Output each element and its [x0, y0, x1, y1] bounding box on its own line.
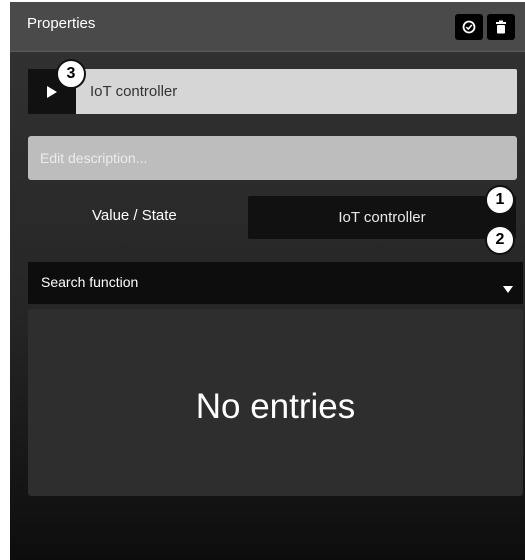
delete-button[interactable]: [487, 14, 515, 40]
panel-title: Properties: [27, 15, 96, 32]
panel-header: Properties: [10, 2, 525, 52]
function-list: No entries: [28, 309, 523, 496]
header-buttons: [455, 14, 516, 40]
value-state-label: Value / State: [92, 207, 177, 224]
chevron-down-icon: [503, 280, 513, 298]
callout-badge-2: 2: [485, 225, 515, 255]
properties-panel: Properties IoT controller Edit descripti…: [10, 2, 525, 560]
description-input[interactable]: [28, 136, 517, 180]
empty-list-message: No entries: [195, 387, 356, 426]
toggle-button[interactable]: [455, 14, 483, 40]
search-function-dropdown[interactable]: Search function: [28, 262, 523, 304]
toggle-circle-icon: [462, 20, 476, 34]
object-name-row: IoT controller: [28, 69, 517, 114]
object-name[interactable]: IoT controller: [90, 83, 177, 100]
search-function-label: Search function: [41, 274, 139, 290]
trash-icon: [496, 20, 506, 34]
value-state-button[interactable]: IoT controller: [248, 196, 516, 239]
callout-badge-3: 3: [56, 59, 86, 89]
callout-badge-1: 1: [485, 185, 515, 215]
play-icon: [47, 85, 57, 98]
